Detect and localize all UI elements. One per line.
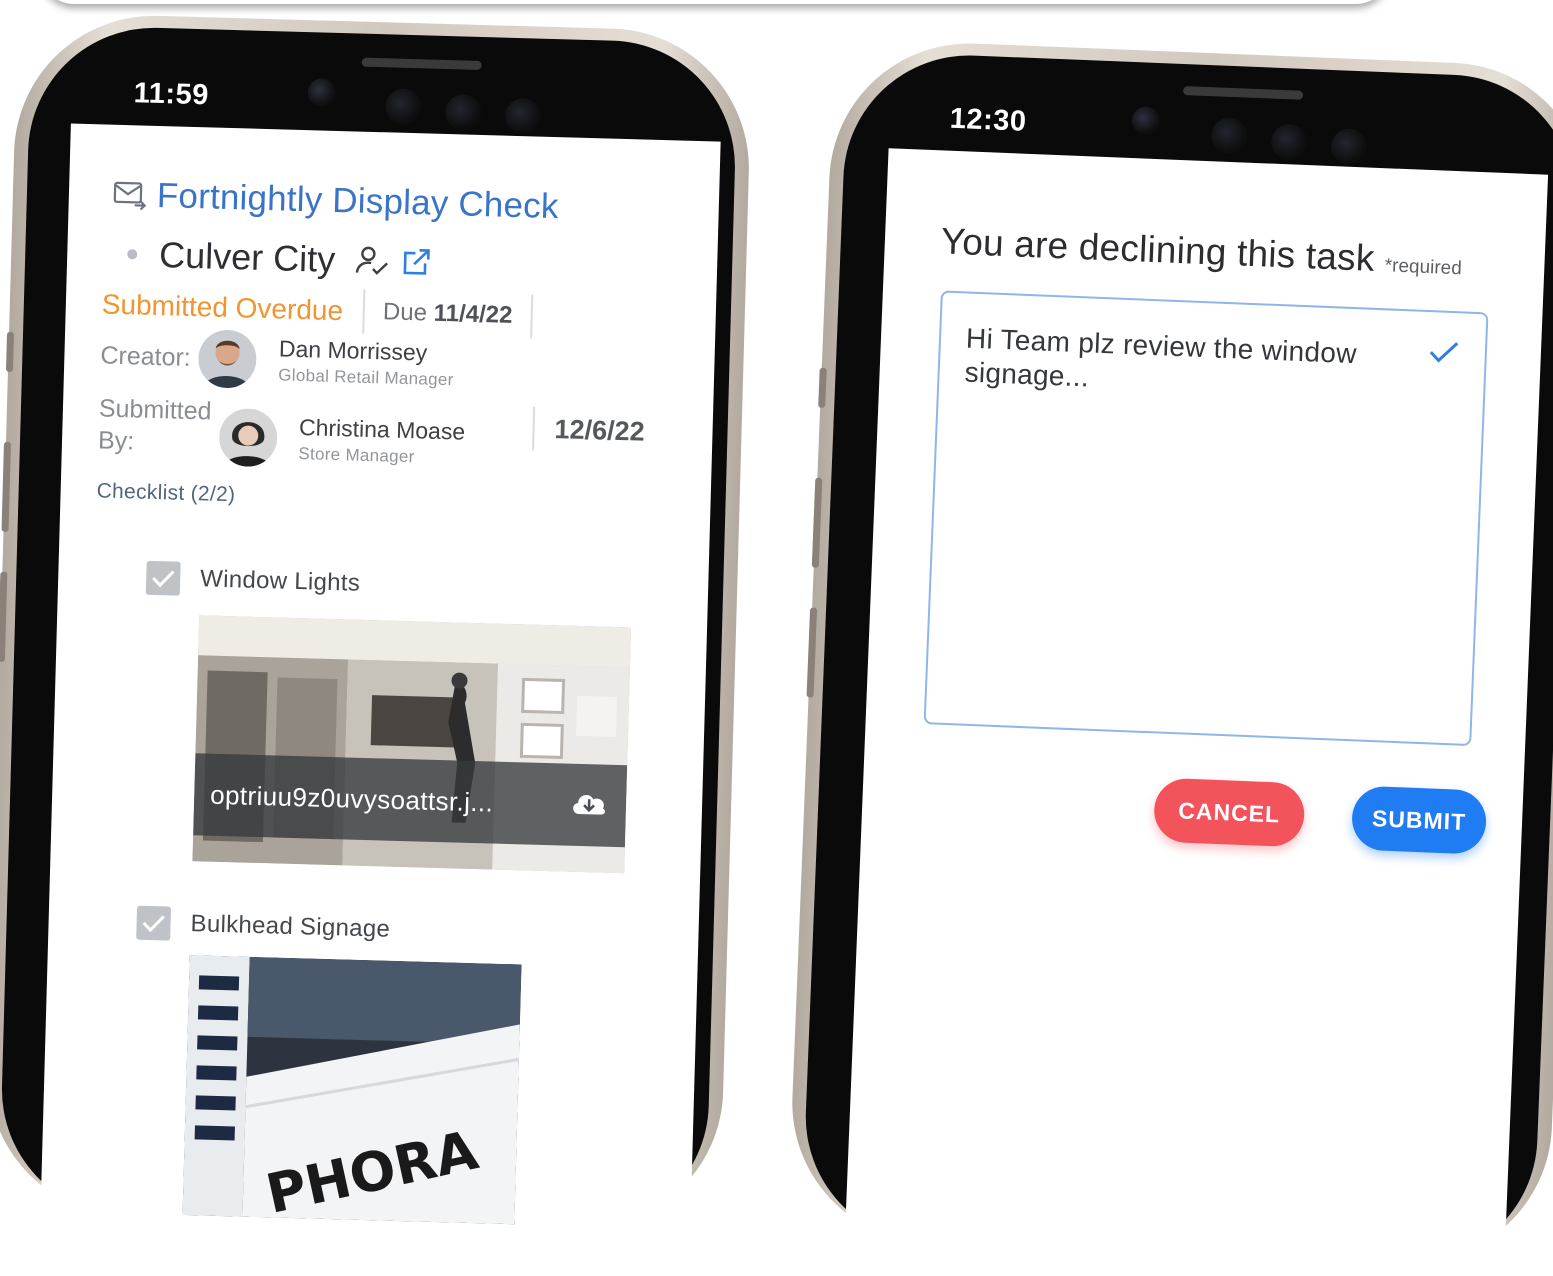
due-info: Due 11/4/22 [365,298,531,331]
creator-row: Creator: Dan Morrissey Global Retail Man… [100,326,455,394]
due-label: Due [382,298,428,327]
top-bar-edge [40,0,1390,4]
submit-button[interactable]: SUBMIT [1350,785,1488,855]
submitted-date: 12/6/22 [554,413,646,447]
status-bar-time: 11:59 [133,77,210,112]
submitted-by-row: Submitted By: Christina Moase Store Mana… [97,386,466,472]
submitter-info: Christina Moase Store Manager [298,414,466,469]
decline-reason-value[interactable]: Hi Team plz review the window signage... [964,322,1406,408]
checklist-header[interactable]: Checklist (2/2) [96,479,235,507]
checklist-item-bulkhead-signage[interactable]: Bulkhead Signage [136,905,391,947]
submitter-name: Christina Moase [298,414,466,445]
required-tag: *required [1384,255,1463,280]
task-detail-screen: Fortnightly Display Check Culver City Su… [40,123,721,1242]
submitter-role: Store Manager [298,444,415,467]
external-link-icon[interactable] [401,247,432,278]
user-check-icon[interactable] [355,245,390,278]
submitted-date-block: 12/6/22 [531,406,646,454]
checklist-item-label: Bulkhead Signage [190,910,391,943]
decline-task-screen: You are declining this task *required Hi… [844,148,1549,1274]
checkbox-checked-icon[interactable] [145,560,181,596]
submitted-label-line2: By: [97,426,135,456]
due-date: 11/4/22 [433,299,513,329]
checklist-item-window-lights[interactable]: Window Lights [145,560,361,601]
cancel-button[interactable]: CANCEL [1153,777,1306,848]
check-icon [1429,342,1459,363]
signage-image: PHORA [182,955,522,1224]
avatar[interactable] [197,329,258,389]
status-badge: Submitted Overdue [101,288,344,327]
creator-label: Creator: [100,341,192,372]
task-title[interactable]: Fortnightly Display Check [156,176,559,227]
checklist-item-label: Window Lights [199,565,361,597]
side-button [5,331,15,372]
location-name: Culver City [158,234,336,280]
bullet-dot [127,249,138,260]
cloud-download-icon[interactable] [570,788,609,817]
status-bar-time: 12:30 [949,102,1028,138]
attachment-caption: optriuu9z0uvysoattsr.j... [193,753,628,848]
task-header: Fortnightly Display Check [112,175,559,227]
phone-left: 11:59 Fortnightly Display Check Culver C… [0,12,753,1242]
creator-name: Dan Morrissey [278,335,428,366]
decline-title-text: You are declining this task [940,220,1376,279]
decline-reason-textarea[interactable]: Hi Team plz review the window signage... [923,290,1489,747]
divider [529,294,534,339]
attachment-photo-storefront[interactable]: optriuu9z0uvysoattsr.j... [192,615,632,874]
creator-info: Dan Morrissey Global Retail Manager [278,335,455,390]
attachment-photo-signage[interactable]: PHORA [182,955,522,1225]
creator-role: Global Retail Manager [278,365,454,390]
attachment-filename: optriuu9z0uvysoattsr.j... [209,779,494,818]
submitted-by-label: Submitted By: [98,392,212,459]
location-row: Culver City [127,233,432,283]
mail-send-icon[interactable] [113,180,148,211]
checkbox-checked-icon[interactable] [136,905,172,941]
submitted-label-line1: Submitted [98,394,212,426]
decline-dialog-title: You are declining this task *required [940,220,1463,283]
phone-right: 12:30 You are declining this task *requi… [786,38,1553,1274]
avatar[interactable] [217,407,278,468]
